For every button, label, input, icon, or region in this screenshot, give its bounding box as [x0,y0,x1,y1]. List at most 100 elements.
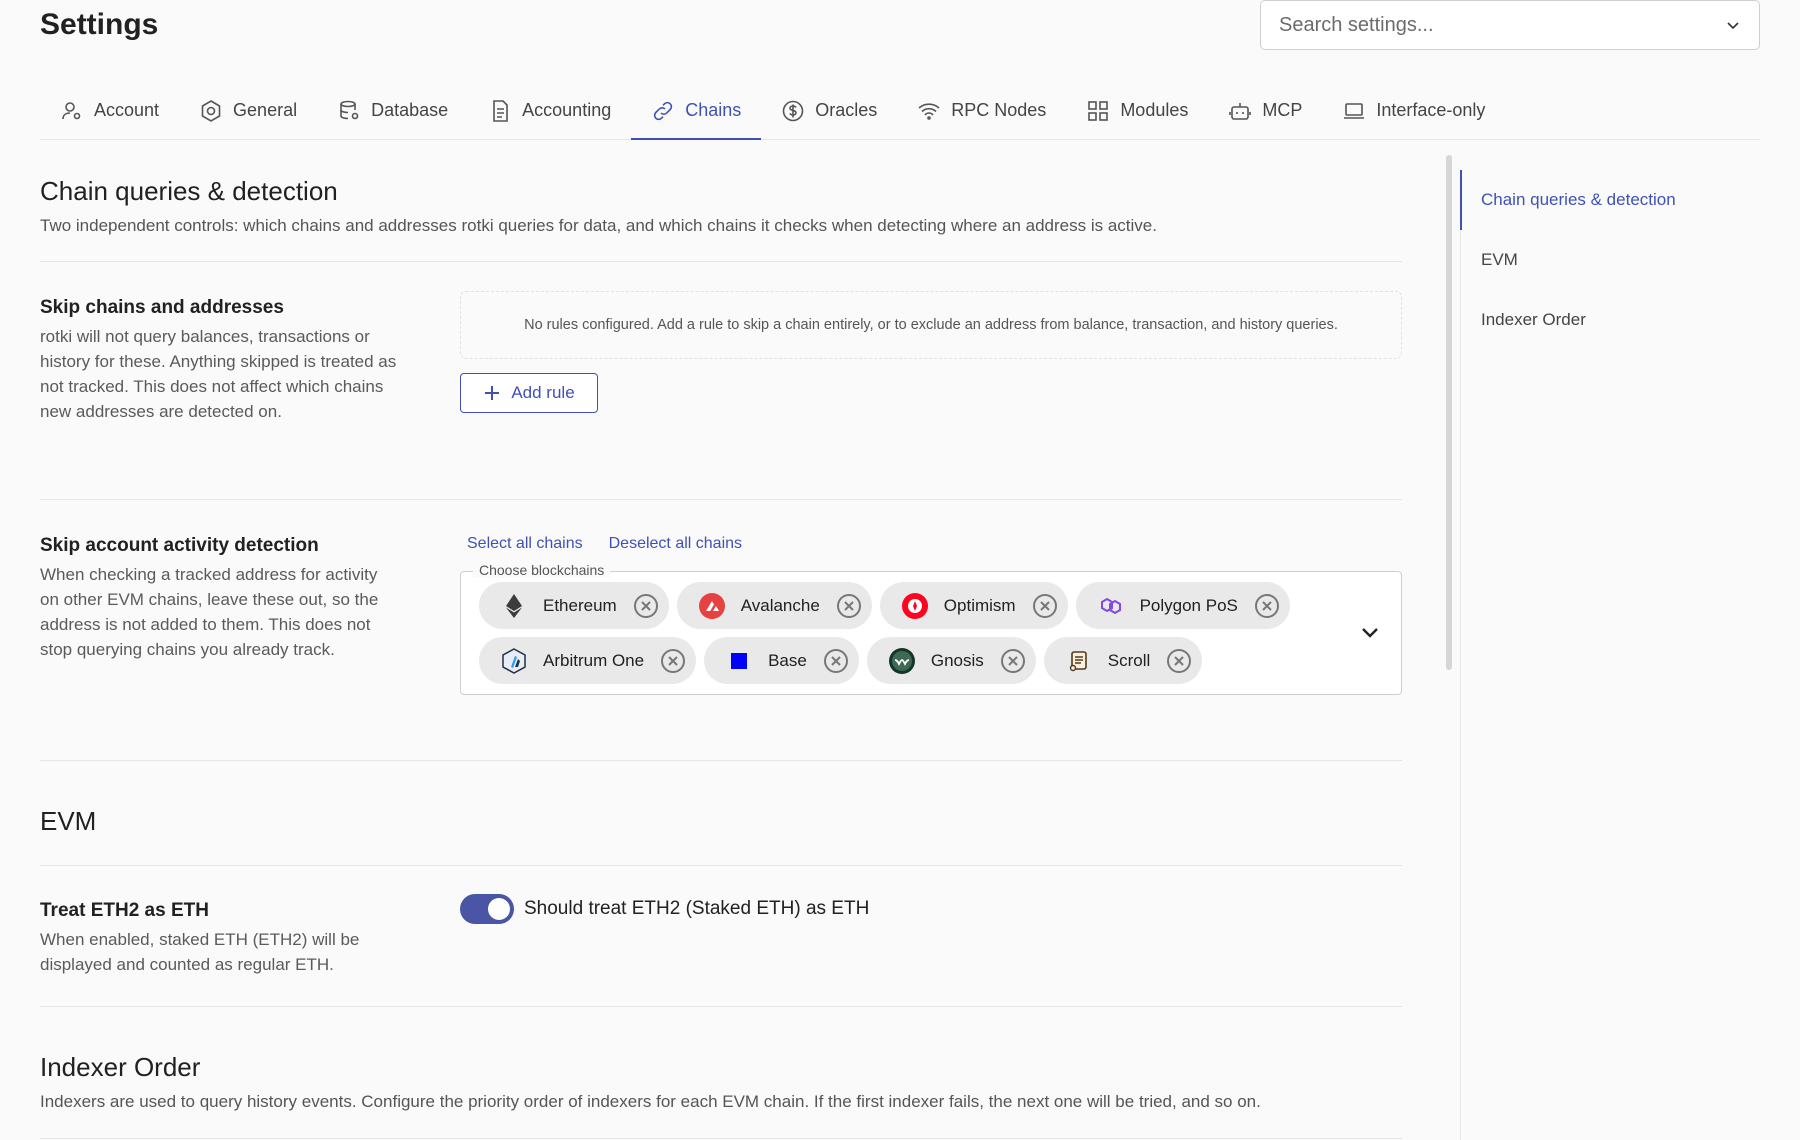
chip-avalanche: Avalanche [676,582,872,629]
divider [40,865,1402,866]
wifi-icon [918,102,940,120]
tab-label: Database [371,100,449,120]
row-description: When checking a tracked address for acti… [40,565,379,659]
row-description: rotki will not query balances, transacti… [40,327,397,421]
evm-section-title: EVM [40,806,97,836]
optimism-icon [901,592,928,619]
tab-account[interactable]: Account [40,82,179,139]
chip-polygon-pos: Polygon PoS [1075,582,1290,629]
user-gear-icon [62,101,81,119]
tab-label: Account [94,100,160,120]
dollar-coin-icon [782,100,804,121]
chip-label: Arbitrum One [543,650,645,670]
select-all-chains-link[interactable]: Select all chains [467,535,583,553]
search-settings-field[interactable] [1260,0,1760,50]
skip-chains-label: Skip chains and addresses rotki will not… [40,297,400,424]
chip-label: Polygon PoS [1139,595,1238,615]
tab-chains[interactable]: Chains [631,82,762,140]
chip-label: Scroll [1107,650,1151,670]
file-list-icon [493,99,508,122]
nav-indexer-order[interactable]: Indexer Order [1461,290,1780,350]
chip-ethereum: Ethereum [479,582,669,629]
grid-icon [1088,100,1109,121]
chip-label: Avalanche [740,595,820,615]
select-links: Select all chains Deselect all chains [460,535,1402,553]
chip-label: Gnosis [930,650,984,670]
chevron-down-icon[interactable] [1359,622,1381,644]
divider [40,499,1402,500]
tab-interface-only[interactable]: Interface-only [1322,82,1505,139]
tab-label: Accounting [522,100,612,120]
base-icon [726,648,752,674]
field-label: Choose blockchains [473,562,611,578]
robot-icon [1229,102,1252,120]
chip-gnosis: Gnosis [866,637,1036,684]
settings-tabs: Account General Database Accounting Chai… [40,82,1760,140]
row-title: Treat ETH2 as ETH [40,900,209,921]
chip-base: Base [704,637,859,684]
chevron-down-icon[interactable] [1725,17,1741,33]
polygon-icon [1098,593,1124,619]
close-circle-icon[interactable] [660,648,686,674]
tab-mcp[interactable]: MCP [1208,82,1322,139]
close-circle-icon[interactable] [1032,593,1058,619]
tab-label: Oracles [815,100,878,120]
nav-evm[interactable]: EVM [1461,230,1780,290]
add-rule-label: Add rule [511,383,575,402]
eth2-toggle-field: Should treat ETH2 (Staked ETH) as ETH [460,894,1402,924]
chip-label: Ethereum [543,595,617,615]
tab-accounting[interactable]: Accounting [468,82,631,139]
section-nav: Chain queries & detection EVM Indexer Or… [1460,170,1780,1140]
close-circle-icon[interactable] [1166,648,1192,674]
choose-blockchains-select[interactable]: Choose blockchains Ethereum Avalanche Op… [460,562,1402,695]
hexagon-icon [201,99,221,122]
close-circle-icon[interactable] [823,648,849,674]
add-rule-button[interactable]: Add rule [460,373,598,413]
chip-arbitrum-one: Arbitrum One [479,637,697,684]
arbitrum-icon [501,647,527,674]
deselect-all-chains-link[interactable]: Deselect all chains [609,535,742,553]
tab-database[interactable]: Database [317,82,468,139]
tab-rpc-nodes[interactable]: RPC Nodes [897,82,1066,139]
divider [40,261,1402,262]
toggle-label: Should treat ETH2 (Staked ETH) as ETH [524,898,870,919]
eth2-toggle[interactable] [460,894,514,924]
ethereum-icon [501,593,527,619]
database-icon [340,100,359,119]
chip-scroll: Scroll [1043,637,1203,684]
divider [40,1138,1402,1139]
row-title: Skip chains and addresses [40,297,284,318]
section-description: Two independent controls: which chains a… [40,216,1157,235]
tab-label: RPC Nodes [951,100,1047,120]
eth2-control: Should treat ETH2 (Staked ETH) as ETH [460,894,1402,924]
close-circle-icon[interactable] [1254,593,1280,619]
section-title: Indexer Order [40,1052,201,1082]
close-circle-icon[interactable] [1000,648,1026,674]
eth2-label: Treat ETH2 as ETH When enabled, staked E… [40,900,400,977]
search-input[interactable] [1279,13,1725,37]
gnosis-icon [888,647,915,674]
divider [40,1006,1402,1007]
avalanche-icon [698,592,725,619]
tab-label: Chains [685,100,742,120]
chain-queries-header: Chain queries & detection Two independen… [40,176,1157,238]
laptop-icon [1344,102,1365,119]
row-title: Skip account activity detection [40,535,319,556]
section-description: Indexers are used to query history event… [40,1092,1261,1111]
tab-general[interactable]: General [179,82,317,139]
close-circle-icon[interactable] [633,593,659,619]
tab-oracles[interactable]: Oracles [761,82,897,139]
close-circle-icon[interactable] [836,593,862,619]
nav-chain-queries[interactable]: Chain queries & detection [1460,170,1780,230]
scroll-icon [1066,648,1092,674]
tab-modules[interactable]: Modules [1066,82,1208,139]
empty-rules-message: No rules configured. Add a rule to skip … [460,291,1402,359]
tab-label: Interface-only [1376,100,1486,120]
chip-label: Optimism [943,595,1016,615]
content-scrollbar[interactable] [1446,155,1452,670]
skip-detection-control: Select all chains Deselect all chains Ch… [460,535,1402,695]
chip-label: Base [768,650,807,670]
link-icon [654,101,673,120]
page-title: Settings [40,8,159,41]
skip-detection-label: Skip account activity detection When che… [40,535,400,662]
